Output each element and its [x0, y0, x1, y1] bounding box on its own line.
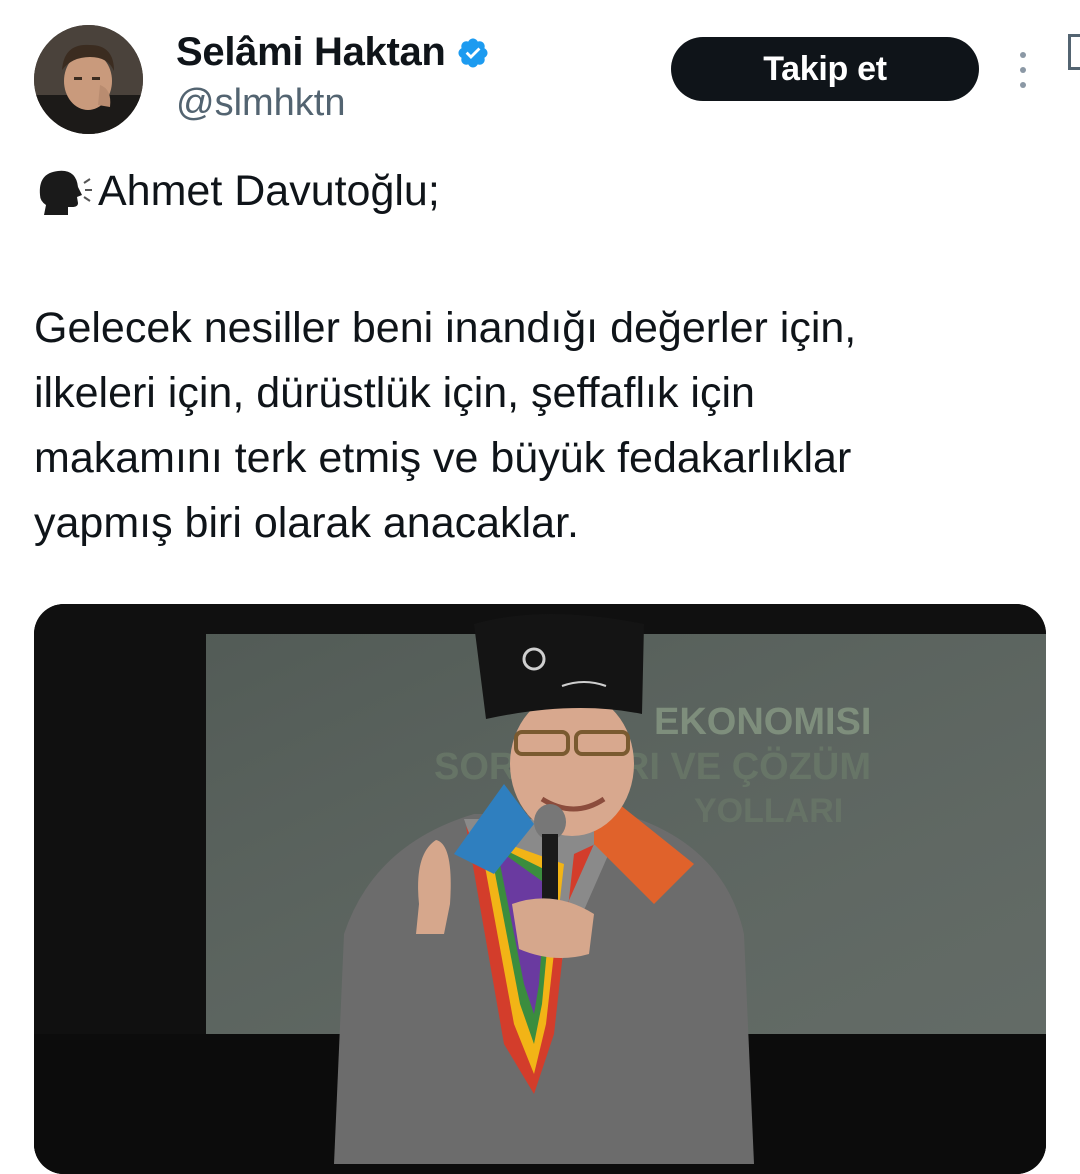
avatar-image	[34, 25, 143, 134]
follow-button[interactable]: Takip et	[671, 37, 979, 101]
author-display-name[interactable]: Selâmi Haktan	[176, 30, 446, 75]
more-vertical-icon[interactable]	[1008, 50, 1038, 90]
screen-text-3: YOLLARI	[694, 792, 843, 830]
screen-text-1: EKONOMISI	[654, 701, 871, 743]
tweet-text: Gelecek nesiller beni inandığı değerler …	[34, 304, 857, 547]
speaking-head-icon	[39, 170, 92, 215]
black-hat	[474, 614, 644, 719]
author-name-row[interactable]: Selâmi Haktan	[176, 30, 490, 75]
photo-illustration: EKONOMISI SORUNLARI VE ÇÖZÜM YOLLARI	[34, 604, 1046, 1174]
tweet-photo[interactable]: EKONOMISI SORUNLARI VE ÇÖZÜM YOLLARI	[34, 604, 1046, 1174]
tweet-first-line: Ahmet Davutoğlu;	[34, 165, 440, 217]
edge-partial-icon	[1068, 34, 1080, 70]
author-handle[interactable]: @slmhktn	[176, 82, 346, 125]
screen-text-2: SORUNLARI VE ÇÖZÜM	[434, 745, 871, 788]
speaker-face	[510, 692, 634, 836]
tweet-quoted-speaker: Ahmet Davutoğlu;	[98, 166, 440, 215]
author-avatar[interactable]	[34, 25, 143, 134]
verified-badge-icon	[458, 37, 488, 68]
